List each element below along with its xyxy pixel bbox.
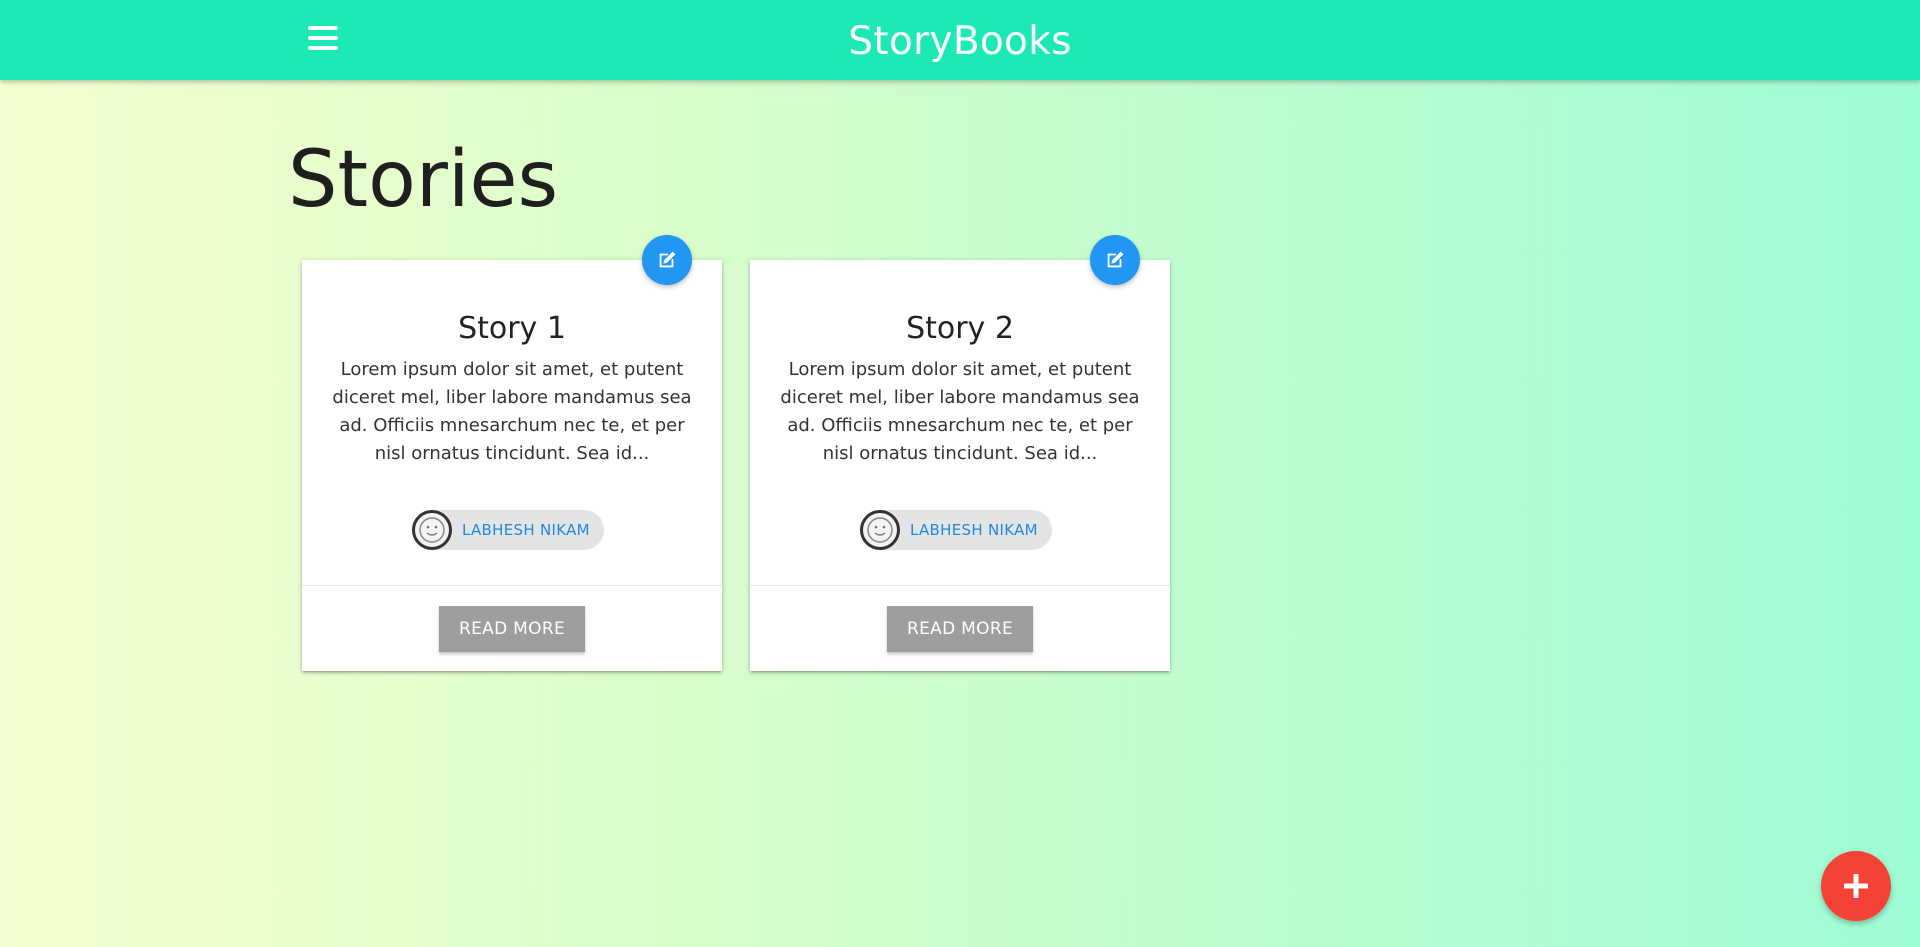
author-chip[interactable]: LABHESH NIKAM [860, 510, 1052, 550]
author-name[interactable]: LABHESH NIKAM [910, 521, 1038, 539]
avatar [860, 510, 900, 550]
author-chip[interactable]: LABHESH NIKAM [412, 510, 604, 550]
avatar [412, 510, 452, 550]
top-navbar: StoryBooks [0, 0, 1920, 80]
story-excerpt: Lorem ipsum dolor sit amet, et putent di… [780, 359, 1140, 464]
card-divider [750, 585, 1170, 586]
story-card: Story 1 Lorem ipsum dolor sit amet, et p… [302, 235, 722, 671]
smiley-avatar-icon [419, 517, 445, 543]
brand-logo[interactable]: StoryBooks [0, 18, 1920, 66]
read-more-button[interactable]: READ MORE [439, 606, 585, 652]
edit-story-button[interactable] [1090, 235, 1140, 285]
add-story-button[interactable] [1821, 851, 1891, 921]
story-card: Story 2 Lorem ipsum dolor sit amet, et p… [750, 235, 1170, 671]
read-more-button[interactable]: READ MORE [887, 606, 1033, 652]
edit-icon [1107, 251, 1124, 268]
card-divider [302, 585, 722, 586]
story-excerpt: Lorem ipsum dolor sit amet, et putent di… [332, 359, 692, 464]
page-title: Stories [288, 135, 559, 225]
smiley-avatar-icon [867, 517, 893, 543]
story-title: Story 1 [458, 311, 566, 346]
edit-icon [659, 251, 676, 268]
author-name[interactable]: LABHESH NIKAM [462, 521, 590, 539]
story-title: Story 2 [906, 311, 1014, 346]
plus-icon [1844, 874, 1868, 898]
edit-story-button[interactable] [642, 235, 692, 285]
